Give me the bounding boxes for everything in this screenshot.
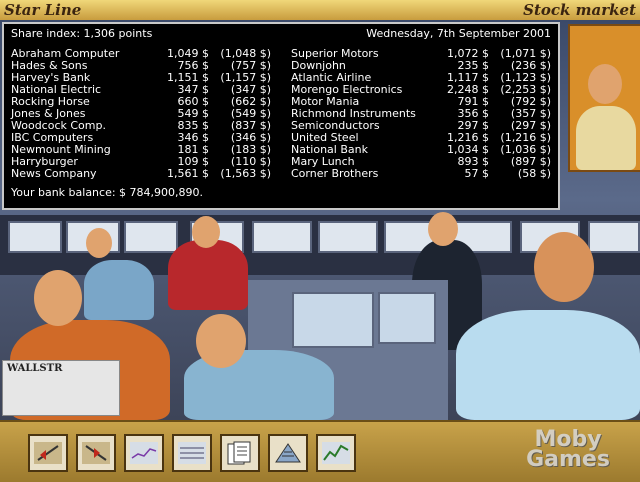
- stock-exchange-scene: WALLSTR Share index: 1,306 points Wednes…: [0, 20, 640, 420]
- title-bar: Star Line Stock market: [0, 0, 640, 21]
- share-index: Share index: 1,306 points: [11, 27, 153, 40]
- stock-prev-price: (1,563 $): [220, 167, 271, 180]
- stock-price: 1,561 $: [167, 167, 209, 180]
- chart-line-icon: [130, 442, 158, 464]
- wall-screen: [252, 221, 312, 253]
- newspaper: WALLSTR: [2, 360, 120, 416]
- stock-name: News Company: [11, 167, 97, 180]
- current-date: Wednesday, 7th September 2001: [366, 27, 551, 40]
- stock-table-icon: [178, 442, 206, 464]
- stock-price-board: Share index: 1,306 points Wednesday, 7th…: [2, 22, 560, 210]
- wall-screen: [318, 221, 378, 253]
- action-toolbar: Moby Games: [0, 420, 640, 482]
- stock-table-button[interactable]: [172, 434, 212, 472]
- broker-window: [568, 24, 640, 172]
- sell-shares-icon: [82, 442, 110, 464]
- stock-prev-price: (58 $): [517, 167, 551, 180]
- trader-head: [428, 212, 458, 246]
- screen-title: Stock market: [523, 1, 636, 19]
- buy-shares-button[interactable]: [28, 434, 68, 472]
- newspaper-headline: WALLSTR: [7, 363, 63, 374]
- mobygames-watermark: Moby Games: [508, 427, 628, 474]
- trader-head: [534, 232, 594, 302]
- building-icon: [275, 443, 301, 463]
- watermark-text: Moby Games: [526, 427, 610, 472]
- game-frame: Star Line Stock market WALLSTR Share ind…: [0, 0, 640, 482]
- broker-body: [576, 106, 636, 170]
- wall-screen: [588, 221, 640, 253]
- documents-button[interactable]: [220, 434, 260, 472]
- wall-screen: [124, 221, 178, 253]
- trend-graph-icon: [322, 442, 350, 464]
- buy-shares-icon: [34, 442, 62, 464]
- bearded-trader: [456, 310, 640, 420]
- game-title: Star Line: [4, 1, 82, 19]
- desk-terminal: [292, 292, 374, 348]
- stock-price: 57 $: [464, 167, 490, 180]
- trader-head: [196, 314, 246, 368]
- trader-blue-shirt: [84, 260, 154, 320]
- bank-balance: Your bank balance: $ 784,900,890.: [11, 186, 204, 199]
- stock-name: Corner Brothers: [291, 167, 379, 180]
- wall-screen: [8, 221, 62, 253]
- sell-shares-button[interactable]: [76, 434, 116, 472]
- trader-head: [192, 216, 220, 248]
- company-building-button[interactable]: [268, 434, 308, 472]
- trader-red-jacket: [168, 240, 248, 310]
- documents-icon: [227, 441, 251, 465]
- desk-terminal: [378, 292, 436, 344]
- trader-head: [86, 228, 112, 258]
- trader-head: [34, 270, 82, 326]
- trend-graph-button[interactable]: [316, 434, 356, 472]
- price-chart-button[interactable]: [124, 434, 164, 472]
- broker-head: [588, 64, 622, 104]
